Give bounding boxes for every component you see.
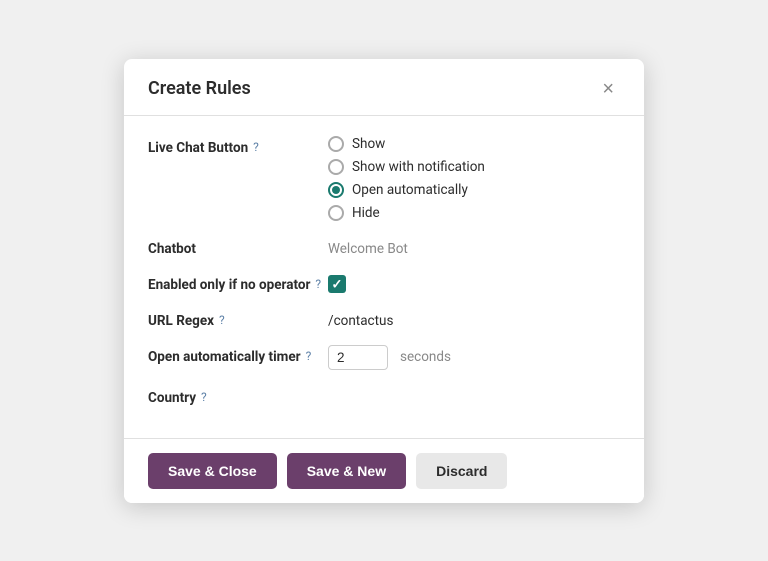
close-button[interactable]: ×	[596, 77, 620, 101]
modal-header: Create Rules ×	[124, 59, 644, 116]
radio-hide-input[interactable]	[328, 205, 344, 221]
url-regex-value: /contactus	[328, 309, 620, 329]
enabled-only-help-icon: ?	[315, 277, 321, 291]
radio-open-automatically-label: Open automatically	[352, 182, 468, 198]
modal-title: Create Rules	[148, 78, 251, 99]
radio-show-notification-label: Show with notification	[352, 159, 485, 175]
live-chat-help-icon: ?	[253, 140, 259, 154]
enabled-only-label: Enabled only if no operator ?	[148, 273, 328, 293]
country-label: Country ?	[148, 386, 328, 406]
modal-footer: Save & Close Save & New Discard	[124, 438, 644, 503]
chatbot-row: Chatbot Welcome Bot	[148, 237, 620, 257]
open-timer-label: Open automatically timer ?	[148, 345, 328, 365]
country-help-icon: ?	[201, 390, 207, 404]
save-close-button[interactable]: Save & Close	[148, 453, 277, 489]
save-new-button[interactable]: Save & New	[287, 453, 406, 489]
url-regex-label: URL Regex ?	[148, 309, 328, 329]
radio-show-input[interactable]	[328, 136, 344, 152]
radio-hide[interactable]: Hide	[328, 205, 620, 221]
radio-open-automatically[interactable]: Open automatically	[328, 182, 620, 198]
chatbot-label: Chatbot	[148, 237, 328, 257]
radio-show[interactable]: Show	[328, 136, 620, 152]
enabled-only-checkbox[interactable]	[328, 275, 346, 293]
radio-show-label: Show	[352, 136, 385, 152]
radio-open-automatically-input[interactable]	[328, 182, 344, 198]
url-regex-row: URL Regex ? /contactus	[148, 309, 620, 329]
radio-show-notification[interactable]: Show with notification	[328, 159, 620, 175]
chatbot-value: Welcome Bot	[328, 237, 620, 257]
live-chat-button-options: Show Show with notification Open automat…	[328, 136, 620, 221]
live-chat-button-row: Live Chat Button ? Show Show with notifi…	[148, 136, 620, 221]
open-timer-row: Open automatically timer ? seconds	[148, 345, 620, 370]
radio-hide-label: Hide	[352, 205, 380, 221]
open-timer-help-icon: ?	[306, 349, 312, 363]
enabled-only-row: Enabled only if no operator ?	[148, 273, 620, 293]
url-regex-help-icon: ?	[219, 313, 225, 327]
country-row: Country ?	[148, 386, 620, 406]
radio-show-notification-input[interactable]	[328, 159, 344, 175]
open-timer-control: seconds	[328, 345, 620, 370]
discard-button[interactable]: Discard	[416, 453, 507, 489]
open-timer-input[interactable]	[328, 345, 388, 370]
enabled-only-checkbox-container	[328, 273, 620, 293]
create-rules-modal: Create Rules × Live Chat Button ? Show S…	[124, 59, 644, 503]
modal-body: Live Chat Button ? Show Show with notifi…	[124, 116, 644, 438]
timer-unit: seconds	[400, 349, 451, 365]
live-chat-button-label: Live Chat Button ?	[148, 136, 328, 156]
